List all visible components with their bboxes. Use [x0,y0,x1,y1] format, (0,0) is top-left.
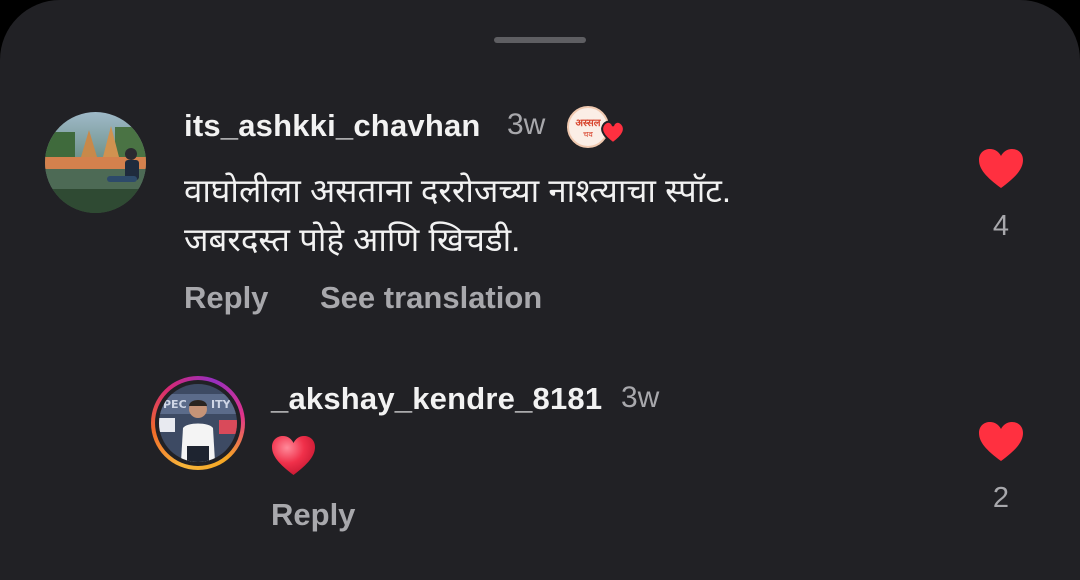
comment-text-line: वाघोलीला असताना दररोजच्या नाश्त्याचा स्प… [184,172,732,209]
like-count: 4 [992,210,1010,242]
reply-button[interactable]: Reply [271,497,355,533]
reply-button[interactable]: Reply [184,280,268,316]
comment-text: वाघोलीला असताना दररोजच्या नाश्त्याचा स्प… [184,166,904,264]
svg-text:PEC: PEC [163,398,187,411]
heart-icon[interactable] [978,421,1024,463]
creator-liked-badge-icon: अस्सल चव [566,103,628,149]
avatar[interactable] [45,112,146,213]
timestamp: 3w [621,381,660,414]
username[interactable]: its_ashkki_chavhan [184,108,481,144]
avatar: PEC ITY [159,384,237,462]
username[interactable]: _akshay_kendre_8181 [271,381,602,417]
svg-text:ITY: ITY [211,398,232,411]
svg-text:अस्सल: अस्सल [575,118,601,129]
comment-text-line: जबरदस्त पोहे आणि खिचडी. [184,221,521,258]
timestamp: 3w [507,108,546,141]
story-ring[interactable]: PEC ITY [151,376,245,470]
svg-text:चव: चव [583,130,593,139]
comments-sheet: its_ashkki_chavhan 3w अस्सल चव वाघोलीला … [0,0,1080,580]
drag-handle[interactable] [494,37,586,43]
red-heart-emoji-icon [271,435,316,477]
like-count: 2 [992,482,1010,514]
see-translation-button[interactable]: See translation [320,280,542,316]
heart-icon[interactable] [978,148,1024,190]
